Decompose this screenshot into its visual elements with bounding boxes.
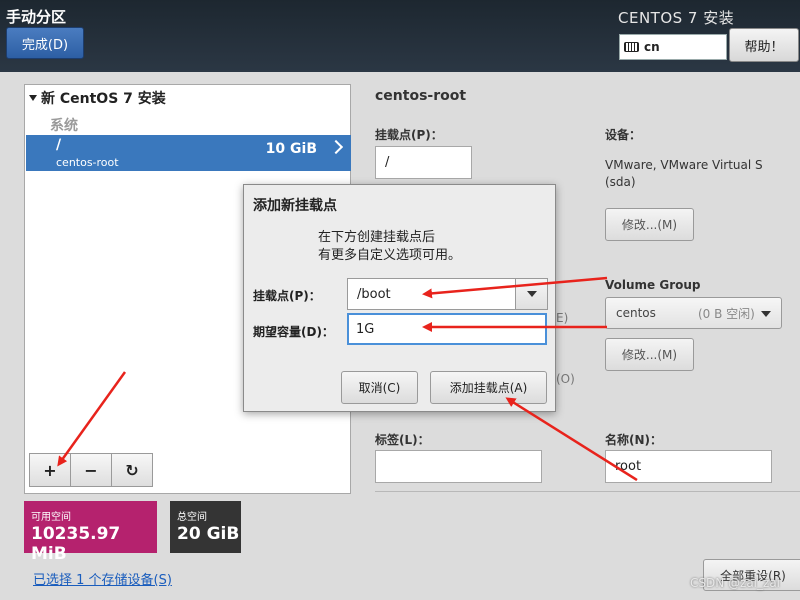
dialog-capacity-input[interactable]: 1G xyxy=(347,313,547,345)
product-title: CENTOS 7 安装 xyxy=(618,9,735,27)
remove-mount-button[interactable]: − xyxy=(70,453,112,487)
installation-header[interactable]: 新 CentOS 7 安装 xyxy=(29,88,166,108)
add-mount-button[interactable]: + xyxy=(29,453,71,487)
available-space-value: 10235.97 MiB xyxy=(31,524,121,564)
add-mount-point-button[interactable]: 添加挂载点(A) xyxy=(430,371,547,404)
total-space-box: 总空间 20 GiB xyxy=(170,501,241,553)
label-field[interactable] xyxy=(375,450,542,483)
refresh-button[interactable]: ↻ xyxy=(111,453,153,487)
help-button[interactable]: 帮助！ xyxy=(729,28,799,62)
dialog-message: 在下方创建挂载点后 有更多自定义选项可用。 xyxy=(318,229,461,265)
modify-device-button[interactable]: 修改...(M) xyxy=(605,208,694,241)
partial-text-o: (O) xyxy=(556,372,575,386)
volume-group-value: centos xyxy=(616,306,656,320)
keyboard-icon xyxy=(624,42,639,52)
mount-row-size: 10 GiB xyxy=(265,141,317,157)
available-space-label: 可用空间 xyxy=(31,512,71,523)
total-space-value: 20 GiB xyxy=(177,524,240,544)
dialog-message-line1: 在下方创建挂载点后 xyxy=(318,230,436,245)
partial-text-e: E) xyxy=(556,311,569,325)
total-space-label: 总空间 xyxy=(177,512,207,523)
mount-point-field[interactable]: / xyxy=(375,146,472,179)
done-button[interactable]: 完成(D) xyxy=(6,27,84,59)
device-value: VMware, VMware Virtual S (sda) xyxy=(605,158,763,189)
dialog-mount-point-value: /boot xyxy=(357,286,391,302)
add-mount-point-dialog: 添加新挂载点 在下方创建挂载点后 有更多自定义选项可用。 挂载点(P)： /bo… xyxy=(243,184,556,412)
dialog-mount-label: 挂载点(P)： xyxy=(253,289,321,303)
group-label-system: 系统 xyxy=(50,118,78,134)
mount-toolbar: + − ↻ xyxy=(29,453,153,487)
cancel-button[interactable]: 取消(C) xyxy=(341,371,418,404)
chevron-right-icon xyxy=(328,139,344,155)
dialog-message-line2: 有更多自定义选项可用。 xyxy=(318,248,462,263)
volume-group-label: Volume Group xyxy=(605,278,701,292)
installation-header-label: 新 CentOS 7 安装 xyxy=(41,91,166,107)
selected-storage-link[interactable]: 已选择 1 个存储设备(S) xyxy=(33,569,172,588)
header-bar: 手动分区 完成(D) CENTOS 7 安装 cn 帮助！ xyxy=(0,0,800,72)
keyboard-layout-indicator[interactable]: cn xyxy=(619,34,727,60)
mount-point-row-root[interactable]: / centos-root 10 GiB xyxy=(26,135,351,171)
volume-group-select[interactable]: centos (0 B 空闲) xyxy=(605,297,782,329)
name-field-label: 名称(N)： xyxy=(605,433,663,447)
mount-row-path: / xyxy=(56,137,62,153)
dialog-title: 添加新挂载点 xyxy=(253,198,337,214)
dialog-capacity-label: 期望容量(D)： xyxy=(253,325,334,339)
name-field[interactable]: root xyxy=(605,450,772,483)
mount-row-name: centos-root xyxy=(56,156,119,169)
device-label: 设备： xyxy=(605,128,642,142)
expand-triangle-icon xyxy=(29,95,37,101)
dropdown-arrow-icon[interactable] xyxy=(515,279,547,309)
chevron-down-icon xyxy=(761,311,771,317)
detail-title: centos-root xyxy=(375,88,467,104)
page-title: 手动分区 xyxy=(6,8,67,26)
keyboard-layout-label: cn xyxy=(644,40,660,54)
dialog-mount-point-combo[interactable]: /boot xyxy=(347,278,548,310)
watermark: CSDN @zai_zai xyxy=(690,576,780,590)
available-space-box: 可用空间 10235.97 MiB xyxy=(24,501,157,564)
modify-volume-group-button[interactable]: 修改...(M) xyxy=(605,338,694,371)
divider xyxy=(375,491,800,492)
mount-point-label: 挂载点(P)： xyxy=(375,128,443,142)
label-field-label: 标签(L)： xyxy=(375,433,430,447)
volume-group-free: (0 B 空闲) xyxy=(698,306,755,321)
